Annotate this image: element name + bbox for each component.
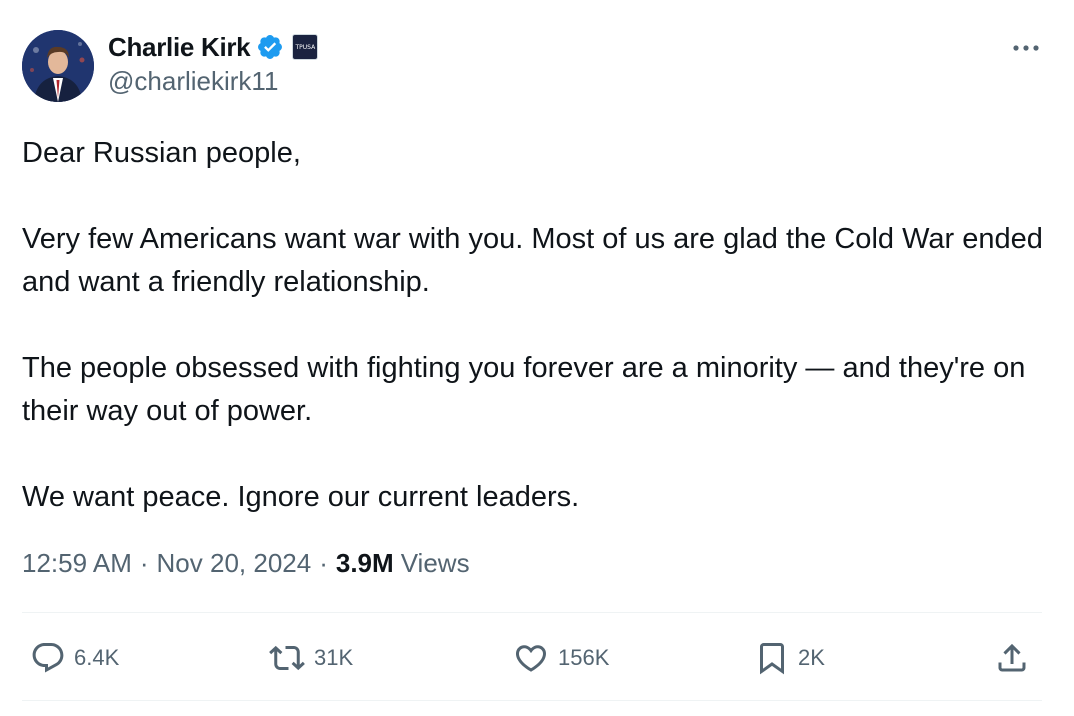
bookmark-icon xyxy=(760,643,784,675)
meta-separator: · xyxy=(319,548,328,578)
share-button[interactable] xyxy=(994,632,1030,684)
tweet-paragraph: Very few Americans want war with you. Mo… xyxy=(22,223,1043,298)
like-count: 156K xyxy=(558,645,610,670)
avatar[interactable] xyxy=(22,30,94,102)
more-options-button[interactable] xyxy=(1006,34,1046,62)
divider xyxy=(22,700,1042,701)
like-button[interactable]: 156K xyxy=(512,632,609,684)
divider xyxy=(22,612,1042,613)
verified-badge-icon[interactable] xyxy=(256,33,284,61)
reply-count: 6.4K xyxy=(74,645,120,670)
meta-separator: · xyxy=(139,548,149,578)
tweet-card: Charlie Kirk TPUSA @charliekirk11 Dear R… xyxy=(0,0,1074,716)
author-display-name[interactable]: Charlie Kirk xyxy=(108,32,251,63)
reply-icon xyxy=(32,643,64,673)
repost-button[interactable]: 31K xyxy=(268,632,353,684)
repost-count: 31K xyxy=(314,645,354,670)
affiliate-badge-label: TPUSA xyxy=(295,43,316,51)
more-dots-icon xyxy=(1013,45,1039,51)
tweet-body: Dear Russian people, Very few Americans … xyxy=(22,132,1052,519)
affiliate-badge[interactable]: TPUSA xyxy=(292,34,319,60)
heart-icon xyxy=(515,645,547,672)
tweet-metadata: 12:59 AM · Nov 20, 2024 · 3.9M Views xyxy=(22,548,470,579)
author-name-row: Charlie Kirk TPUSA xyxy=(108,30,319,64)
bookmark-button[interactable]: 2K xyxy=(754,632,825,684)
bookmark-count: 2K xyxy=(798,645,825,670)
views-label[interactable]: Views xyxy=(401,548,470,579)
tweet-date[interactable]: Nov 20, 2024 xyxy=(157,548,312,579)
avatar-image xyxy=(22,30,94,102)
reply-button[interactable]: 6.4K xyxy=(30,632,119,684)
share-icon xyxy=(998,643,1026,672)
tweet-paragraph: Dear Russian people, xyxy=(22,137,301,169)
repost-icon xyxy=(269,645,305,671)
tweet-time[interactable]: 12:59 AM xyxy=(22,548,132,579)
action-bar: 6.4K 31K 156K 2K xyxy=(0,632,1074,684)
views-count[interactable]: 3.9M xyxy=(336,548,394,579)
tweet-paragraph: The people obsessed with fighting you fo… xyxy=(22,352,1026,427)
tweet-paragraph: We want peace. Ignore our current leader… xyxy=(22,481,580,513)
author-handle[interactable]: @charliekirk11 xyxy=(108,66,278,97)
